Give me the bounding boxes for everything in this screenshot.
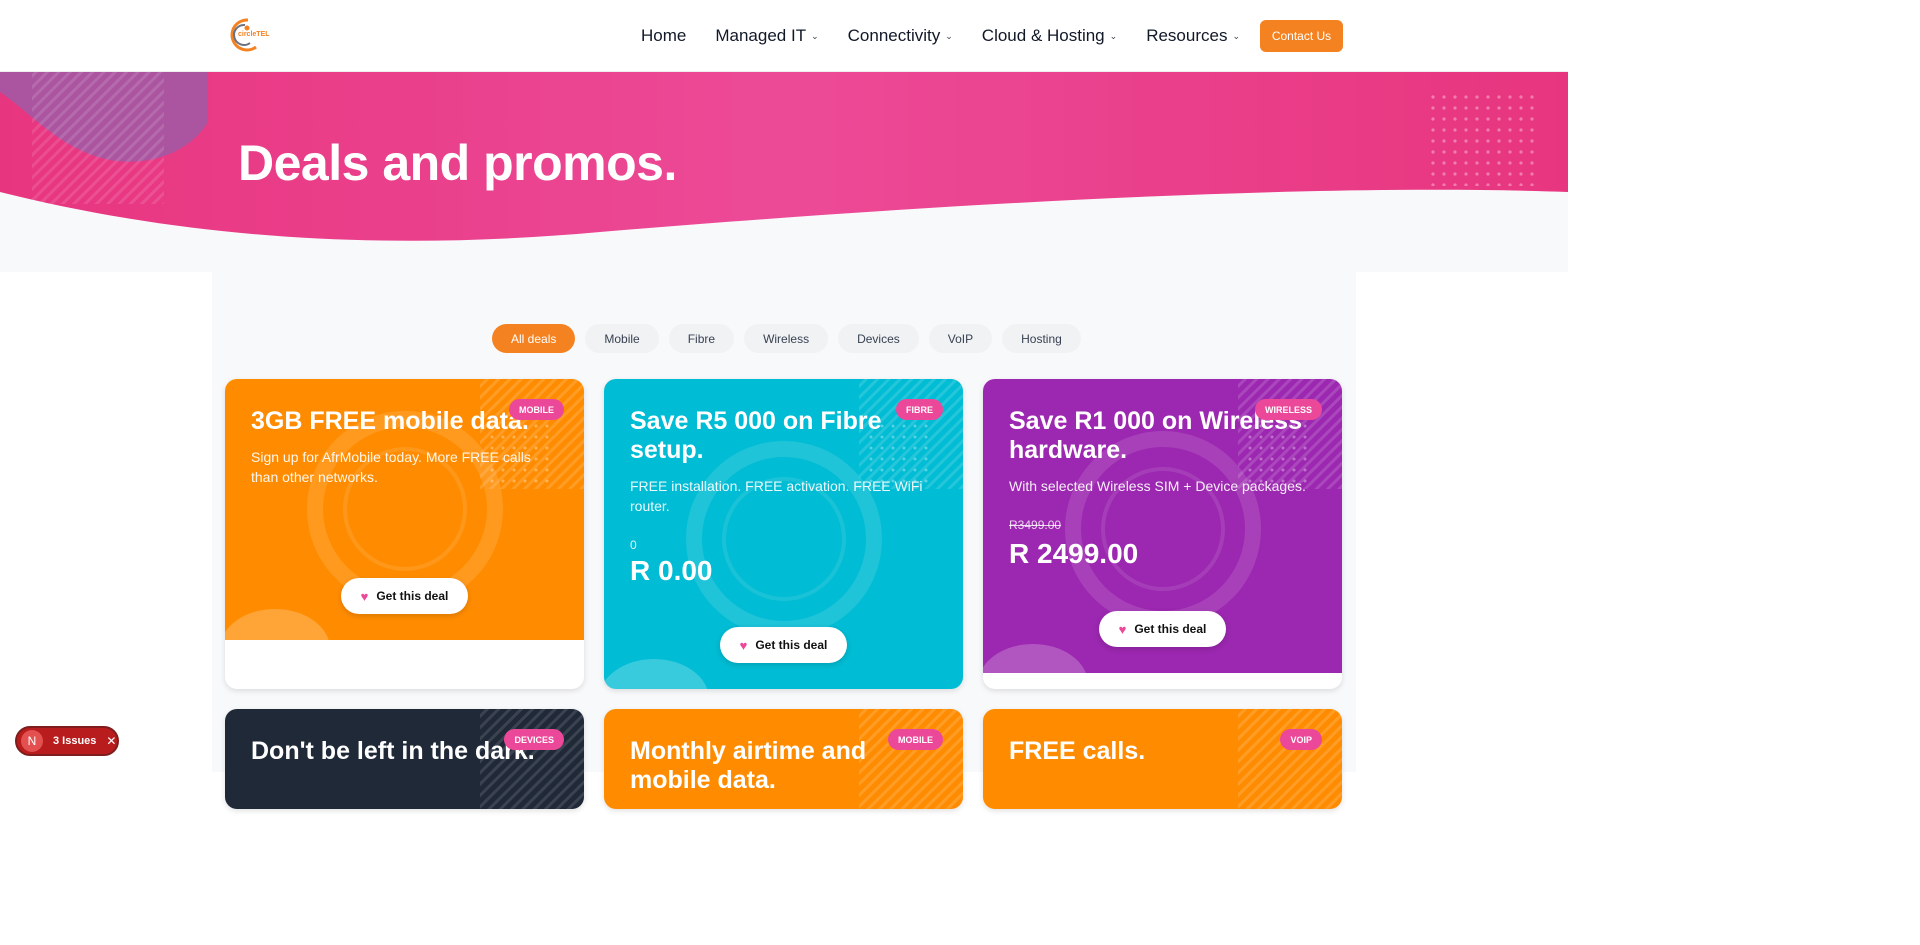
deal-price: R 2499.00 — [1009, 538, 1139, 569]
deal-card-free-calls: FREE calls. VOIP — [983, 709, 1342, 809]
hero-background — [0, 72, 1568, 241]
nav-label: Home — [641, 26, 687, 45]
close-icon[interactable]: ✕ — [106, 734, 116, 748]
heart-icon: ♥ — [360, 588, 369, 604]
filter-devices[interactable]: Devices — [838, 324, 919, 353]
button-label: Get this deal — [1134, 622, 1207, 636]
card-face: Save R1 000 on Wireless hardware. With s… — [983, 379, 1342, 673]
category-badge: MOBILE — [888, 729, 943, 750]
category-badge: MOBILE — [509, 399, 564, 420]
nextjs-logo-icon: N — [21, 730, 43, 752]
nav-label: Resources — [1146, 26, 1228, 45]
category-badge: VOIP — [1280, 729, 1322, 750]
nav-resources[interactable]: Resources ⌄ — [1146, 26, 1240, 46]
heart-icon: ♥ — [1118, 621, 1127, 637]
nav-label: Connectivity — [847, 26, 941, 45]
original-price: R3499.00 — [1009, 518, 1062, 532]
deal-card-fibre-setup: Save R5 000 on Fibre setup. FREE install… — [604, 379, 963, 689]
logo-text: circleTEL — [238, 31, 270, 38]
card-description: Sign up for AfrMobile today. More FREE c… — [251, 449, 531, 485]
nav-label: Managed IT — [715, 26, 807, 45]
filter-mobile[interactable]: Mobile — [585, 324, 659, 353]
filter-hosting[interactable]: Hosting — [1002, 324, 1081, 353]
chevron-down-icon: ⌄ — [1232, 30, 1240, 41]
nav-cloud-hosting[interactable]: Cloud & Hosting ⌄ — [982, 26, 1117, 46]
get-deal-button[interactable]: ♥ Get this deal — [720, 627, 847, 663]
category-badge: FIBRE — [896, 399, 943, 420]
deal-card-devices: Don't be left in the dark. DEVICES — [225, 709, 584, 809]
button-label: Get this deal — [376, 589, 449, 603]
nav-connectivity[interactable]: Connectivity ⌄ — [848, 26, 953, 46]
issues-indicator[interactable]: N 3 Issues ✕ — [15, 726, 119, 756]
nav-home[interactable]: Home — [641, 26, 686, 46]
hero-banner: Deals and promos. — [0, 72, 1568, 272]
issues-label: 3 Issues — [53, 735, 97, 747]
card-description: With selected Wireless SIM + Device pack… — [1009, 478, 1306, 494]
get-deal-button[interactable]: ♥ Get this deal — [341, 578, 468, 614]
page-title: Deals and promos. — [238, 135, 677, 191]
original-price: 0 — [630, 538, 637, 552]
card-face: Save R5 000 on Fibre setup. FREE install… — [604, 379, 963, 689]
chevron-down-icon: ⌄ — [945, 30, 953, 41]
filter-voip[interactable]: VoIP — [928, 324, 993, 353]
deal-price: R 0.00 — [630, 555, 713, 586]
nav-managed-it[interactable]: Managed IT ⌄ — [715, 26, 818, 46]
card-face: 3GB FREE mobile data. Sign up for AfrMob… — [225, 379, 584, 640]
deal-card-mobile-data: 3GB FREE mobile data. Sign up for AfrMob… — [225, 379, 584, 689]
chevron-down-icon: ⌄ — [811, 30, 819, 41]
deal-filters: All deals Mobile Fibre Wireless Devices … — [492, 324, 1091, 353]
button-label: Get this deal — [755, 638, 828, 652]
category-badge: WIRELESS — [1254, 399, 1322, 420]
heart-icon: ♥ — [739, 637, 748, 653]
filter-all-deals[interactable]: All deals — [492, 324, 576, 353]
card-description: FREE installation. FREE activation. FREE… — [630, 478, 923, 514]
chevron-down-icon: ⌄ — [1109, 30, 1118, 41]
nav-label: Cloud & Hosting — [981, 26, 1105, 45]
site-header: circleTEL Home Managed IT ⌄ Connectivity ⌄… — [0, 0, 1568, 72]
contact-us-button[interactable]: Contact Us — [1260, 20, 1343, 52]
deal-card-wireless-hardware: Save R1 000 on Wireless hardware. With s… — [983, 379, 1342, 689]
get-deal-button[interactable]: ♥ Get this deal — [1099, 611, 1226, 647]
main-nav: Home Managed IT ⌄ Connectivity ⌄ Cloud & H… — [641, 26, 1269, 46]
category-badge: DEVICES — [504, 729, 564, 750]
filter-fibre[interactable]: Fibre — [668, 324, 735, 353]
deal-card-airtime-data: Monthly airtime and mobile data. MOBILE — [604, 709, 963, 809]
filter-wireless[interactable]: Wireless — [744, 324, 829, 353]
